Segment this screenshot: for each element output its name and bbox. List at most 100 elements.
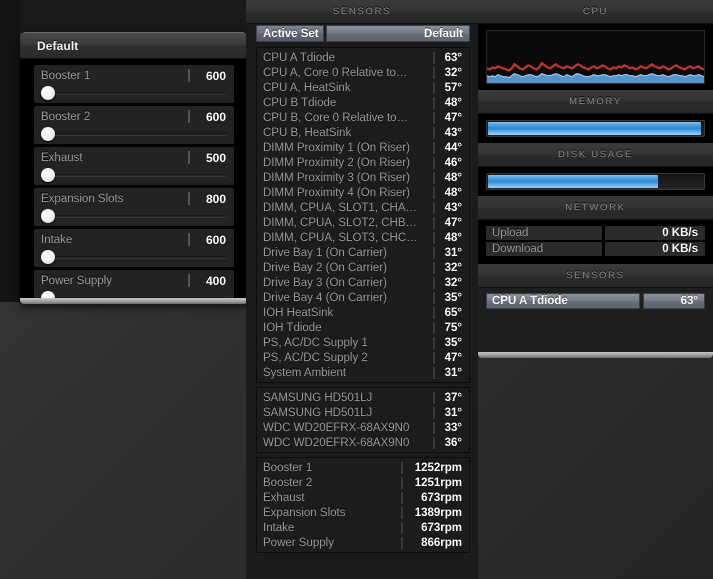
fan-slider-knob[interactable] — [41, 209, 55, 223]
list-item[interactable]: DIMM Proximity 4 (On Riser) 48° — [257, 185, 469, 200]
list-item-divider — [433, 126, 435, 139]
list-item[interactable]: DIMM, CPUA, SLOT2, CHB… 47° — [257, 215, 469, 230]
fan-divider — [188, 233, 190, 246]
list-item[interactable]: CPU A Tdiode 63° — [257, 50, 469, 65]
list-item[interactable]: CPU B Tdiode 48° — [257, 95, 469, 110]
list-item-label: Intake — [263, 521, 295, 534]
fan-speed-slider[interactable] — [41, 208, 226, 224]
list-item-divider — [401, 521, 403, 534]
list-item-label: Drive Bay 3 (On Carrier) — [263, 276, 387, 289]
memory-usage-meter — [486, 120, 705, 137]
list-item[interactable]: Intake 673rpm — [257, 520, 469, 535]
disk-usage-fill — [488, 175, 658, 188]
network-stat-row: Upload 0 KB/s — [486, 226, 705, 240]
list-item[interactable]: DIMM Proximity 1 (On Riser) 44° — [257, 140, 469, 155]
list-item-divider — [433, 186, 435, 199]
fan-slider-knob[interactable] — [41, 168, 55, 182]
memory-section-header: MEMORY — [478, 90, 713, 114]
list-item-label: Drive Bay 2 (On Carrier) — [263, 261, 387, 274]
list-item[interactable]: PS, AC/DC Supply 1 35° — [257, 335, 469, 350]
list-item-label: CPU A Tdiode — [263, 51, 336, 64]
list-item[interactable]: Drive Bay 2 (On Carrier) 32° — [257, 260, 469, 275]
network-stats-list: Upload 0 KB/s Download 0 KB/s — [478, 220, 713, 264]
list-item-value: 44° — [444, 141, 462, 154]
list-item-value: 866rpm — [421, 536, 462, 549]
fan-label: Power Supply — [41, 274, 112, 287]
list-item[interactable]: IOH Tdiode 75° — [257, 320, 469, 335]
list-item-label: CPU A, HeatSink — [263, 81, 351, 94]
list-item[interactable]: SAMSUNG HD501LJ 31° — [257, 405, 469, 420]
fan-slider-track — [41, 215, 226, 218]
list-item[interactable]: Booster 1 1252rpm — [257, 460, 469, 475]
list-item[interactable]: Power Supply 866rpm — [257, 535, 469, 550]
list-item-divider — [433, 216, 435, 229]
list-item[interactable]: CPU B, HeatSink 43° — [257, 125, 469, 140]
list-item-label: DIMM, CPUA, SLOT2, CHB… — [263, 216, 417, 229]
fan-slider-knob[interactable] — [41, 127, 55, 141]
list-item[interactable]: CPU A, HeatSink 57° — [257, 80, 469, 95]
list-item-divider — [433, 141, 435, 154]
list-item[interactable]: Booster 2 1251rpm — [257, 475, 469, 490]
fan-speed-slider[interactable] — [41, 249, 226, 265]
fan-value: 600 — [205, 109, 226, 124]
list-item-value: 47° — [444, 216, 462, 229]
fan-slider-knob[interactable] — [41, 250, 55, 264]
list-item-label: Exhaust — [263, 491, 305, 504]
fan-speed-slider[interactable] — [41, 85, 226, 101]
fan-row-header: Power Supply 400 — [34, 271, 234, 290]
list-item-value: 32° — [444, 261, 462, 274]
fan-speed-slider[interactable] — [41, 167, 226, 183]
list-item[interactable]: CPU A, Core 0 Relative to… 32° — [257, 65, 469, 80]
disk-meter-container — [478, 167, 713, 196]
fan-slider-track — [41, 256, 226, 259]
list-item-value: 33° — [444, 421, 462, 434]
list-item[interactable]: Expansion Slots 1389rpm — [257, 505, 469, 520]
fan-window-title: Default — [37, 38, 79, 53]
list-item[interactable]: DIMM, CPUA, SLOT1, CHA… 43° — [257, 200, 469, 215]
list-item[interactable]: CPU B, Core 0 Relative to… 47° — [257, 110, 469, 125]
fan-slider-knob[interactable] — [41, 86, 55, 100]
memory-meter-container — [478, 114, 713, 143]
fan-control-row: Expansion Slots 800 — [34, 188, 234, 226]
fan-speed-list[interactable]: Booster 1 1252rpm Booster 2 1251rpm Exhaust 6… — [256, 457, 470, 553]
list-item[interactable]: DIMM, CPUA, SLOT3, CHC… 48° — [257, 230, 469, 245]
list-item[interactable]: WDC WD20EFRX-68AX9N0 33° — [257, 420, 469, 435]
list-item-divider — [433, 436, 435, 449]
fan-window-titlebar[interactable]: Default — [20, 32, 248, 59]
list-item[interactable]: Drive Bay 1 (On Carrier) 31° — [257, 245, 469, 260]
list-item[interactable]: PS, AC/DC Supply 2 47° — [257, 350, 469, 365]
sensor-summary-row[interactable]: CPU A Tdiode 63° — [478, 288, 713, 316]
tab-active-set[interactable]: Active Set — [256, 25, 324, 42]
drive-temperature-list[interactable]: SAMSUNG HD501LJ 37° SAMSUNG HD501LJ 31° WDC … — [256, 387, 470, 453]
list-item-label: CPU B, HeatSink — [263, 126, 352, 139]
fan-speed-slider[interactable] — [41, 126, 226, 142]
list-item-label: Booster 1 — [263, 461, 313, 474]
list-item[interactable]: Drive Bay 3 (On Carrier) 32° — [257, 275, 469, 290]
list-item-value: 48° — [444, 186, 462, 199]
list-item[interactable]: Drive Bay 4 (On Carrier) 35° — [257, 290, 469, 305]
fan-row-header: Exhaust 500 — [34, 148, 234, 167]
list-item[interactable]: WDC WD20EFRX-68AX9N0 36° — [257, 435, 469, 450]
temperature-sensor-list[interactable]: CPU A Tdiode 63° CPU A, Core 0 Relative to… — [256, 47, 470, 383]
list-item[interactable]: System Ambient 31° — [257, 365, 469, 380]
list-item[interactable]: DIMM Proximity 3 (On Riser) 48° — [257, 170, 469, 185]
cpu-section-header: CPU — [478, 0, 713, 24]
fan-label: Booster 2 — [41, 110, 91, 123]
fan-row-header: Booster 2 600 — [34, 107, 234, 126]
fan-divider — [188, 110, 190, 123]
list-item-value: 47° — [444, 111, 462, 124]
list-item-divider — [401, 536, 403, 549]
list-item-divider — [433, 391, 435, 404]
fan-row-header: Booster 1 600 — [34, 66, 234, 85]
list-item[interactable]: Exhaust 673rpm — [257, 490, 469, 505]
list-item-divider — [433, 51, 435, 64]
sensors-panel-header-label: SENSORS — [332, 6, 392, 17]
list-item-label: CPU B, Core 0 Relative to… — [263, 111, 409, 124]
list-item-divider — [433, 96, 435, 109]
list-item[interactable]: SAMSUNG HD501LJ 37° — [257, 390, 469, 405]
list-item[interactable]: DIMM Proximity 2 (On Riser) 46° — [257, 155, 469, 170]
tab-current-set[interactable]: Default — [326, 25, 470, 42]
list-item-divider — [433, 336, 435, 349]
monitor-sensors-header: SENSORS — [478, 264, 713, 288]
list-item[interactable]: IOH HeatSink 65° — [257, 305, 469, 320]
